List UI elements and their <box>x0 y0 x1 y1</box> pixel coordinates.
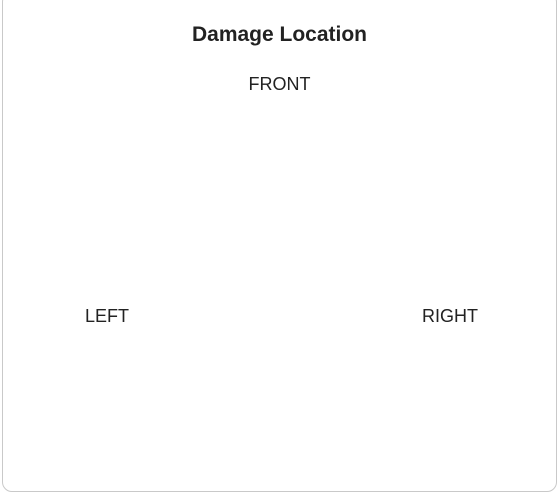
damage-location-panel: Damage Location FRONT LEFT RIGHT <box>2 0 557 492</box>
front-side-label[interactable]: FRONT <box>3 74 556 95</box>
vehicle-damage-diagram[interactable]: FRONT LEFT RIGHT <box>3 0 556 491</box>
right-side-label[interactable]: RIGHT <box>422 306 478 327</box>
left-side-label[interactable]: LEFT <box>85 306 129 327</box>
